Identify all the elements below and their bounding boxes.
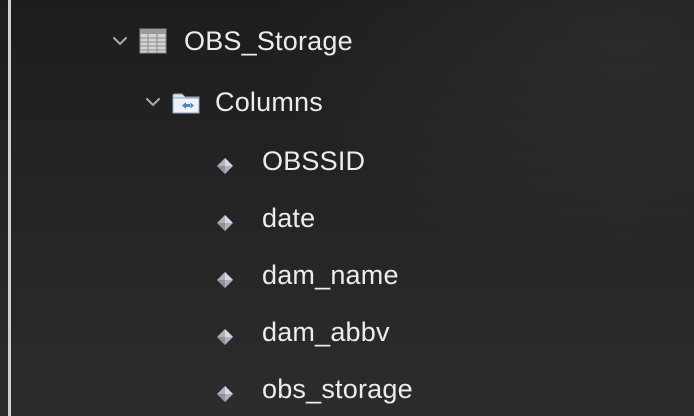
pane-left-border bbox=[8, 0, 11, 416]
columns-folder-label: Columns bbox=[215, 87, 323, 117]
tree-node-column[interactable]: date bbox=[214, 198, 315, 238]
column-label: obs_storage bbox=[262, 374, 413, 404]
columns-folder-icon bbox=[171, 89, 201, 115]
column-diamond-icon bbox=[214, 269, 236, 291]
table-icon bbox=[138, 27, 168, 55]
tree-node-columns-folder[interactable]: Columns bbox=[145, 82, 323, 122]
column-diamond-icon bbox=[214, 326, 236, 348]
table-label: OBS_Storage bbox=[184, 26, 353, 56]
column-diamond-icon bbox=[214, 155, 236, 177]
column-label: dam_name bbox=[262, 260, 399, 290]
tree-node-column[interactable]: dam_name bbox=[214, 255, 399, 295]
column-label: OBSSID bbox=[262, 146, 366, 176]
column-label: date bbox=[262, 203, 316, 233]
tree-node-column[interactable]: OBSSID bbox=[214, 141, 365, 181]
column-label: dam_abbv bbox=[262, 317, 390, 347]
object-browser-tree: OBS_Storage Columns OBSSID date dam_name… bbox=[0, 0, 694, 416]
chevron-down-icon[interactable] bbox=[145, 94, 161, 110]
column-diamond-icon bbox=[214, 212, 236, 234]
column-diamond-icon bbox=[214, 383, 236, 405]
tree-node-column[interactable]: obs_storage bbox=[214, 369, 413, 409]
tree-node-table[interactable]: OBS_Storage bbox=[112, 21, 353, 61]
chevron-down-icon[interactable] bbox=[112, 33, 128, 49]
tree-node-column[interactable]: dam_abbv bbox=[214, 312, 390, 352]
